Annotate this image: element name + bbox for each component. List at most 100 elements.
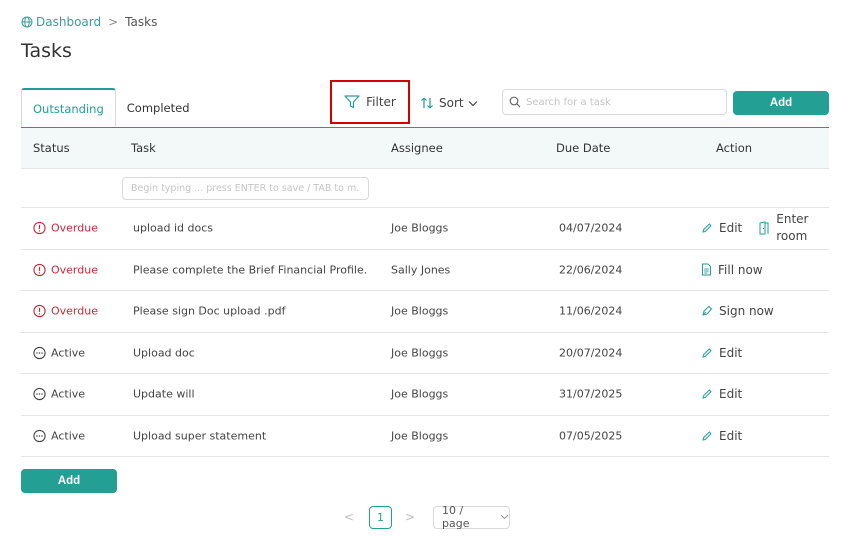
- column-header-task[interactable]: Task: [131, 141, 156, 155]
- table-row[interactable]: Overdue upload id docs Joe Bloggs 04/07/…: [21, 208, 829, 250]
- add-task-button[interactable]: Add: [733, 91, 829, 115]
- status-label: Overdue: [51, 263, 98, 277]
- table-header: Status Task Assignee Due Date Action: [21, 128, 829, 169]
- task-due-date: 07/05/2025: [559, 429, 623, 443]
- task-name: Please sign Doc upload .pdf: [133, 304, 286, 318]
- new-task-input[interactable]: [122, 177, 369, 200]
- status-label: Active: [51, 387, 86, 401]
- status-label: Active: [51, 429, 86, 443]
- edit-button[interactable]: Edit: [701, 346, 742, 360]
- edit-label: Edit: [719, 345, 743, 360]
- task-name: Upload super statement: [133, 429, 267, 443]
- edit-button[interactable]: Edit: [701, 221, 742, 235]
- door-icon: [759, 221, 769, 235]
- page-size-select[interactable]: 10 / page: [433, 504, 510, 530]
- status-badge: Overdue: [33, 263, 98, 276]
- task-assignee: Sally Jones: [391, 263, 451, 277]
- status-label: Overdue: [51, 304, 98, 318]
- column-header-action: Action: [716, 141, 753, 155]
- search-icon: [509, 96, 521, 108]
- table-row[interactable]: Active Upload doc Joe Bloggs 20/07/2024 …: [21, 333, 829, 374]
- task-due-date: 31/07/2025: [559, 387, 623, 401]
- prev-page-button[interactable]: <: [340, 510, 358, 524]
- table-row[interactable]: Overdue Please sign Doc upload .pdf Joe …: [21, 291, 829, 333]
- breadcrumb-home-link[interactable]: Dashboard: [21, 15, 101, 29]
- edit-label: Edit: [719, 387, 743, 402]
- page-size-label: 10 / page: [442, 504, 470, 530]
- chevron-down-icon: [468, 100, 478, 106]
- status-badge: Overdue: [33, 305, 98, 318]
- pencil-icon: [702, 348, 712, 358]
- row-actions: Fill now: [701, 263, 779, 277]
- more-circle-icon: [33, 429, 46, 442]
- row-actions: Edit: [701, 429, 758, 443]
- tasks-table: Status Task Assignee Due Date Action Ove…: [21, 127, 829, 457]
- new-task-row: [21, 169, 829, 208]
- filter-icon: [344, 95, 360, 109]
- status-badge: Active: [33, 388, 85, 401]
- task-name: upload id docs: [133, 221, 213, 235]
- search-input[interactable]: [526, 96, 716, 108]
- page-title: Tasks: [21, 40, 72, 62]
- task-due-date: 22/06/2024: [559, 263, 623, 277]
- tab-completed[interactable]: Completed: [116, 88, 201, 128]
- edit-label: Edit: [719, 428, 743, 443]
- pencil-icon: [702, 389, 712, 399]
- row-actions: Edit: [701, 346, 758, 360]
- table-row[interactable]: Overdue Please complete the Brief Financ…: [21, 250, 829, 291]
- page-number-button[interactable]: 1: [369, 505, 392, 529]
- tab-bar: Outstanding Completed: [21, 88, 201, 129]
- status-label: Overdue: [51, 221, 98, 235]
- task-assignee: Joe Bloggs: [391, 221, 449, 235]
- breadcrumb-home-label: Dashboard: [36, 15, 102, 29]
- breadcrumb: Dashboard > Tasks: [21, 14, 157, 30]
- task-name: Update will: [133, 387, 195, 401]
- edit-label: Edit: [719, 221, 743, 236]
- pencil-icon: [702, 223, 712, 233]
- more-circle-icon: [33, 388, 46, 401]
- chevron-down-icon: [500, 514, 509, 520]
- task-name: Upload doc: [133, 346, 195, 360]
- column-header-assignee[interactable]: Assignee: [391, 141, 443, 155]
- filter-button[interactable]: Filter: [330, 80, 410, 124]
- search-box: [502, 89, 727, 115]
- task-assignee: Joe Bloggs: [391, 304, 449, 318]
- status-badge: Active: [33, 429, 85, 442]
- filter-label: Filter: [366, 95, 396, 109]
- tab-outstanding[interactable]: Outstanding: [21, 88, 116, 129]
- sort-label: Sort: [439, 96, 464, 110]
- task-assignee: Joe Bloggs: [391, 387, 449, 401]
- fill-now-label: Fill now: [718, 262, 763, 277]
- task-due-date: 20/07/2024: [559, 346, 623, 360]
- breadcrumb-separator: >: [108, 15, 119, 29]
- column-header-status[interactable]: Status: [33, 141, 70, 155]
- document-icon: [702, 263, 711, 276]
- alert-circle-icon: [33, 305, 46, 318]
- pen-nib-icon: [702, 306, 713, 316]
- edit-button[interactable]: Edit: [701, 429, 742, 443]
- sign-now-button[interactable]: Sign now: [701, 304, 774, 318]
- task-due-date: 04/07/2024: [559, 221, 623, 235]
- task-assignee: Joe Bloggs: [391, 346, 449, 360]
- add-task-bottom-button[interactable]: Add: [21, 469, 117, 493]
- pencil-icon: [702, 431, 712, 441]
- row-actions: Sign now: [701, 304, 790, 318]
- sign-now-label: Sign now: [719, 304, 774, 319]
- row-actions: Edit Enter room: [701, 211, 826, 245]
- pagination: < 1 > 10 / page: [340, 504, 510, 530]
- sort-button[interactable]: Sort: [420, 93, 483, 113]
- table-row[interactable]: Active Upload super statement Joe Bloggs…: [21, 416, 829, 457]
- more-circle-icon: [33, 346, 46, 359]
- next-page-button[interactable]: >: [401, 510, 419, 524]
- fill-now-button[interactable]: Fill now: [701, 263, 763, 277]
- task-name: Please complete the Brief Financial Prof…: [133, 263, 368, 277]
- alert-circle-icon: [33, 263, 46, 276]
- table-row[interactable]: Active Update will Joe Bloggs 31/07/2025…: [21, 374, 829, 416]
- breadcrumb-current: Tasks: [125, 15, 158, 29]
- column-header-due-date[interactable]: Due Date: [556, 141, 610, 155]
- enter-room-button[interactable]: Enter room: [758, 211, 810, 245]
- task-assignee: Joe Bloggs: [391, 429, 449, 443]
- sort-icon: [421, 97, 433, 109]
- edit-button[interactable]: Edit: [701, 387, 742, 401]
- status-badge: Active: [33, 346, 85, 359]
